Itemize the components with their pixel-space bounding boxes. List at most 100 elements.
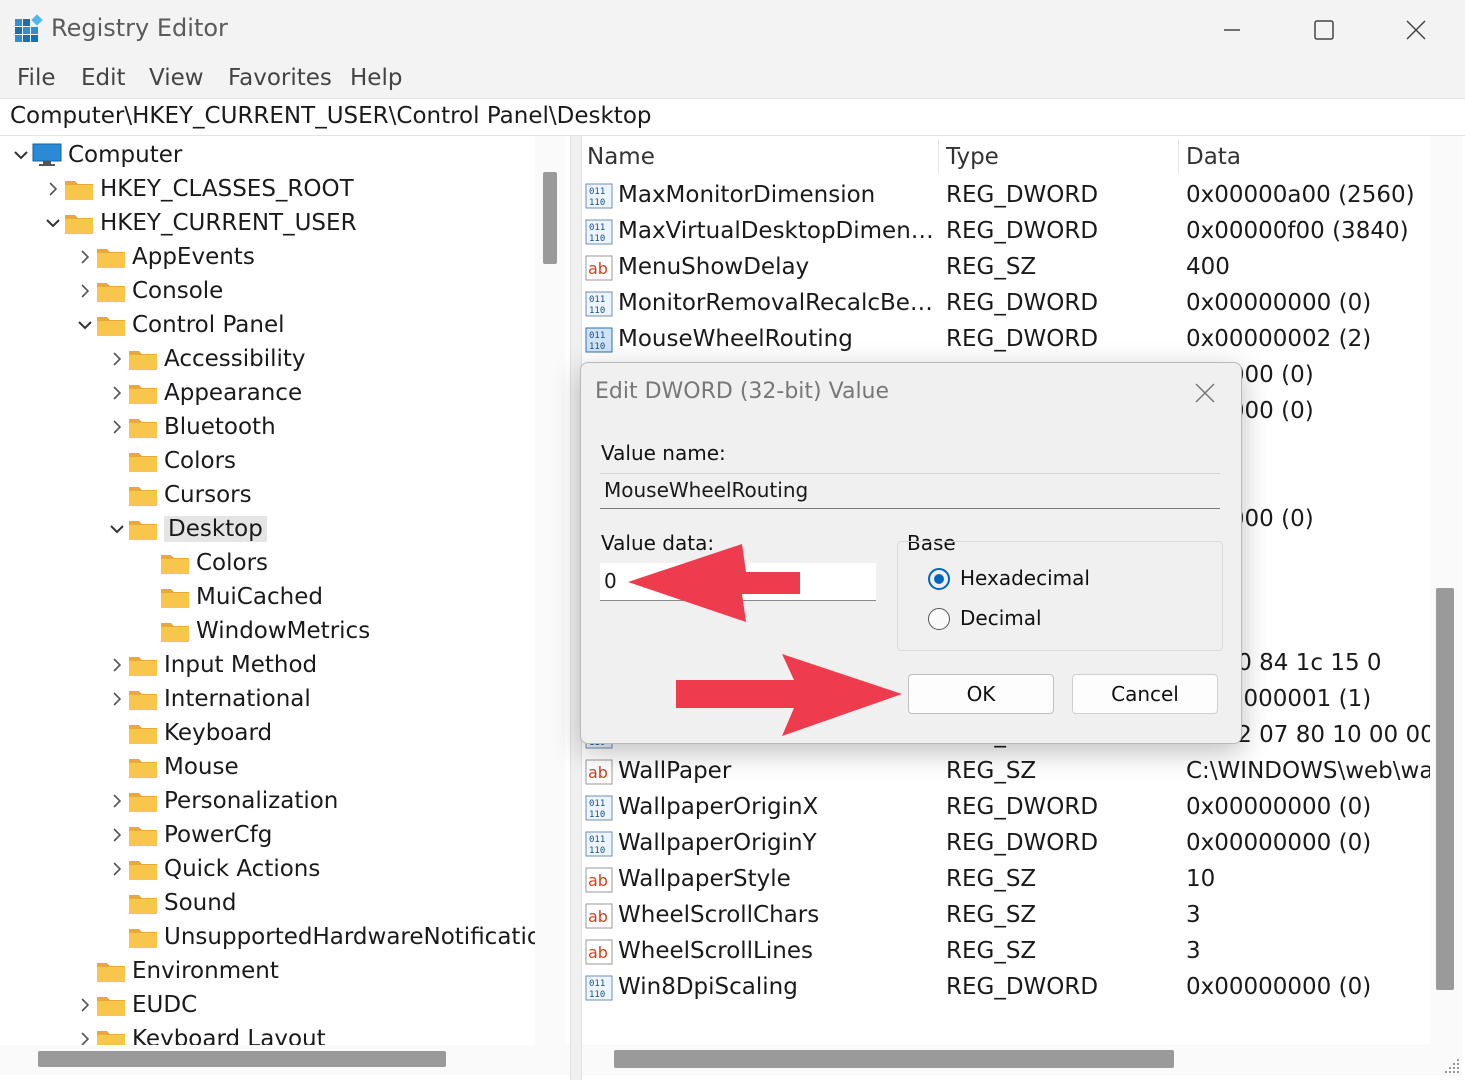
menu-file[interactable]: File: [17, 65, 56, 91]
hexadecimal-label[interactable]: Hexadecimal: [960, 566, 1090, 590]
menu-view[interactable]: View: [149, 65, 204, 91]
menu-favorites[interactable]: Favorites: [228, 65, 332, 91]
tree-node[interactable]: Sound: [106, 886, 236, 920]
value-row[interactable]: 011 110 Win8DpiScaling REG_DWORD 0x00000000 …: [582, 970, 1430, 1006]
tree-node[interactable]: Mouse: [106, 750, 239, 784]
tree-node[interactable]: Cursors: [106, 478, 252, 512]
tree-node[interactable]: Appearance: [106, 376, 302, 410]
folder-icon: [161, 555, 189, 574]
tree-node[interactable]: Bluetooth: [106, 410, 276, 444]
chevron-right-icon[interactable]: [106, 784, 128, 818]
tree-vertical-scroll-thumb[interactable]: [543, 172, 557, 264]
value-row[interactable]: ab MenuShowDelay REG_SZ 400: [582, 250, 1430, 286]
tree-node[interactable]: Control Panel: [74, 308, 285, 342]
tree-node[interactable]: Colors: [106, 444, 236, 478]
tree-node[interactable]: Input Method: [106, 648, 317, 682]
reg-dword-icon: 011110: [585, 219, 613, 245]
column-header-type[interactable]: Type: [946, 144, 999, 170]
list-horizontal-scroll-thumb[interactable]: [614, 1050, 1174, 1068]
column-divider[interactable]: [938, 140, 939, 174]
value-name: WheelScrollLines: [618, 938, 813, 964]
value-row[interactable]: 011 110 MaxMonitorDimension REG_DWORD 0x0000…: [582, 178, 1430, 214]
tree-node[interactable]: UnsupportedHardwareNotification: [106, 920, 555, 954]
list-vertical-scroll-thumb[interactable]: [1436, 588, 1454, 990]
column-header-name[interactable]: Name: [587, 144, 655, 170]
value-data: 0x00000000 (0): [1186, 794, 1372, 820]
ok-button[interactable]: OK: [908, 674, 1054, 714]
chevron-right-icon[interactable]: [74, 988, 96, 1022]
close-button[interactable]: [1370, 0, 1462, 60]
menu-edit[interactable]: Edit: [81, 65, 126, 91]
chevron-right-icon[interactable]: [106, 852, 128, 886]
chevron-right-icon[interactable]: [106, 410, 128, 444]
chevron-down-icon[interactable]: [106, 512, 128, 546]
address-path[interactable]: Computer\HKEY_CURRENT_USER\Control Panel…: [10, 103, 651, 129]
chevron-down-icon[interactable]: [10, 138, 32, 172]
value-type: REG_DWORD: [946, 290, 1099, 316]
value-row[interactable]: ab WheelScrollLines REG_SZ 3: [582, 934, 1430, 970]
tree-node[interactable]: Desktop: [106, 512, 267, 546]
cancel-button[interactable]: Cancel: [1072, 674, 1218, 714]
tree-node[interactable]: EUDC: [74, 988, 197, 1022]
value-name-field: MouseWheelRouting: [600, 473, 1220, 509]
tree-node[interactable]: International: [106, 682, 311, 716]
chevron-right-icon[interactable]: [106, 376, 128, 410]
resize-grip-icon[interactable]: [1442, 1056, 1462, 1076]
folder-icon: [97, 283, 125, 302]
address-bar[interactable]: Computer\HKEY_CURRENT_USER\Control Panel…: [0, 98, 1465, 136]
value-row[interactable]: ab WallpaperStyle REG_SZ 10: [582, 862, 1430, 898]
tree-node-label: Colors: [164, 448, 237, 474]
value-row[interactable]: 011 110 MonitorRemovalRecalcBeha... REG_DWO…: [582, 286, 1430, 322]
value-data-input[interactable]: 0: [600, 563, 876, 601]
chevron-right-icon[interactable]: [106, 648, 128, 682]
value-row[interactable]: 011 110 MaxVirtualDesktopDimension REG_DWOR…: [582, 214, 1430, 250]
menu-help[interactable]: Help: [350, 65, 402, 91]
tree-node[interactable]: Quick Actions: [106, 852, 320, 886]
column-divider[interactable]: [1178, 140, 1179, 174]
hexadecimal-radio[interactable]: [928, 568, 950, 590]
chevron-right-icon[interactable]: [106, 342, 128, 376]
tree-node[interactable]: MuiCached: [138, 580, 323, 614]
chevron-down-icon[interactable]: [42, 206, 64, 240]
tree-node[interactable]: HKEY_CURRENT_USER: [42, 206, 357, 240]
chevron-right-icon[interactable]: [74, 240, 96, 274]
column-header-data[interactable]: Data: [1186, 144, 1241, 170]
folder-icon: [129, 487, 157, 506]
tree-node[interactable]: PowerCfg: [106, 818, 272, 852]
chevron-right-icon[interactable]: [74, 274, 96, 308]
svg-text:ab: ab: [588, 943, 608, 962]
decimal-label[interactable]: Decimal: [960, 606, 1042, 630]
minimize-button[interactable]: [1186, 0, 1278, 60]
chevron-down-icon[interactable]: [74, 308, 96, 342]
tree-node[interactable]: WindowMetrics: [138, 614, 370, 648]
tree-node-label: UnsupportedHardwareNotification: [164, 924, 556, 950]
tree-node[interactable]: Console: [74, 274, 223, 308]
chevron-right-icon[interactable]: [42, 172, 64, 206]
value-row[interactable]: ab WallPaper REG_SZ C:\WINDOWS\web\wal: [582, 754, 1430, 790]
chevron-right-icon[interactable]: [106, 818, 128, 852]
tree-node[interactable]: AppEvents: [74, 240, 255, 274]
tree-node[interactable]: Colors: [138, 546, 268, 580]
tree-node-label: HKEY_CURRENT_USER: [100, 210, 357, 236]
tree-node[interactable]: Personalization: [106, 784, 338, 818]
value-row[interactable]: ab WheelScrollChars REG_SZ 3: [582, 898, 1430, 934]
chevron-right-icon[interactable]: [74, 1022, 96, 1046]
tree-vertical-scrollbar[interactable]: [535, 136, 565, 1046]
dialog-close-button[interactable]: [1179, 373, 1231, 413]
tree-node[interactable]: Keyboard Layout: [74, 1022, 326, 1046]
tree-node[interactable]: Computer: [10, 138, 182, 172]
value-row[interactable]: 011 110 WallpaperOriginX REG_DWORD 0x0000000…: [582, 790, 1430, 826]
value-row[interactable]: 011 110 WallpaperOriginY REG_DWORD 0x0000000…: [582, 826, 1430, 862]
chevron-right-icon[interactable]: [106, 682, 128, 716]
tree-node[interactable]: HKEY_CLASSES_ROOT: [42, 172, 354, 206]
value-row[interactable]: 011 110 MouseWheelRouting REG_DWORD 0x000000…: [582, 322, 1430, 358]
decimal-radio[interactable]: [928, 608, 950, 630]
folder-icon: [129, 691, 157, 710]
tree-horizontal-scroll-thumb[interactable]: [38, 1051, 446, 1067]
maximize-button[interactable]: [1278, 0, 1370, 60]
tree-node[interactable]: Accessibility: [106, 342, 306, 376]
value-data: 0x00000000 (0): [1186, 830, 1372, 856]
tree-node[interactable]: Environment: [74, 954, 279, 988]
tree-node[interactable]: Keyboard: [106, 716, 272, 750]
